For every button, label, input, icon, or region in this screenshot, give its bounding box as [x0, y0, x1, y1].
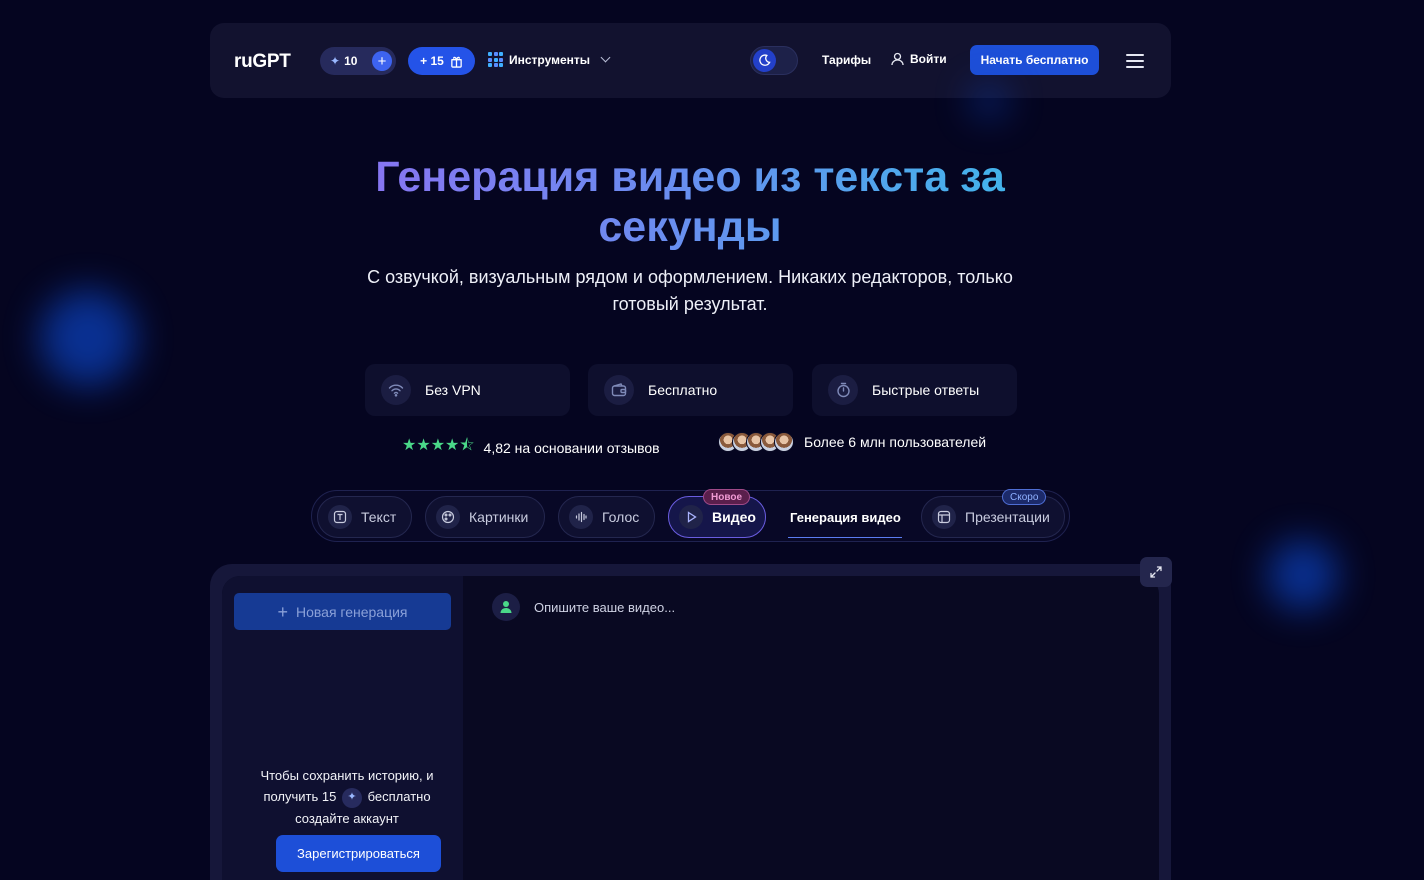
- rating-summary: ★★★★⯪ 4,82 на основании отзывов: [402, 434, 660, 461]
- navbar-glow: [970, 84, 1008, 118]
- generation-workspace: + Новая генерация Чтобы сохранить истори…: [210, 564, 1171, 880]
- logo[interactable]: ruGPT: [234, 51, 291, 73]
- users-text: Более 6 млн пользователей: [804, 434, 987, 450]
- wifi-icon: [381, 375, 411, 405]
- tab-presentations[interactable]: Скоро Презентации: [921, 489, 1065, 538]
- soon-badge: Скоро: [1002, 489, 1047, 505]
- prompt-row[interactable]: Опишите ваше видео...: [492, 593, 675, 621]
- waveform-icon: [569, 505, 593, 529]
- plus-icon: +: [277, 601, 288, 622]
- gift-icon: [451, 56, 462, 68]
- tab-images[interactable]: Картинки: [425, 496, 545, 538]
- presentation-icon: [932, 505, 956, 529]
- user-avatars: [718, 432, 794, 452]
- page-title: Генерация видео из текста за секунды: [340, 152, 1040, 252]
- top-navbar: ruGPT ✦ 10 + + 15 Инструменты Тарифы Вой…: [210, 23, 1171, 98]
- save-history-note: Чтобы сохранить историю, и получить 15 ✦…: [242, 765, 452, 829]
- users-summary: Более 6 млн пользователей: [718, 432, 986, 452]
- palette-icon: [436, 505, 460, 529]
- tab-label: Картинки: [469, 509, 529, 525]
- tab-label: Голос: [602, 509, 640, 525]
- background-glow-right: [1268, 540, 1338, 610]
- sparkle-icon: ✦: [330, 54, 341, 68]
- workspace-panel: + Новая генерация Чтобы сохранить истори…: [222, 576, 1159, 880]
- tab-voice[interactable]: Голос: [558, 496, 655, 538]
- stopwatch-icon: [828, 375, 858, 405]
- expand-button[interactable]: [1140, 557, 1172, 587]
- expand-icon: [1150, 566, 1162, 578]
- new-badge: Новое: [703, 489, 751, 505]
- feature-label: Бесплатно: [648, 382, 718, 398]
- credits-balance[interactable]: ✦ 10 +: [320, 47, 396, 75]
- page-subtitle: С озвучкой, визуальным рядом и оформлени…: [367, 267, 1013, 314]
- chevron-down-icon: [600, 52, 611, 63]
- tariffs-link[interactable]: Тарифы: [822, 53, 871, 67]
- history-sidebar: + Новая генерация Чтобы сохранить истори…: [222, 576, 463, 880]
- tab-text[interactable]: Текст: [317, 496, 412, 538]
- wallet-icon: [604, 375, 634, 405]
- tab-video[interactable]: Новое Видео: [668, 489, 766, 538]
- tab-video-generation[interactable]: Генерация видео: [786, 496, 904, 538]
- bonus-count: + 15: [420, 54, 444, 68]
- tab-label: Презентации: [965, 509, 1050, 525]
- video-prompt-input[interactable]: Опишите ваше видео...: [534, 600, 675, 615]
- tab-label: Текст: [361, 509, 397, 525]
- feature-label: Без VPN: [425, 382, 481, 398]
- mode-tabs: Текст Картинки Голос Новое Видео Генерац…: [311, 489, 1070, 542]
- user-avatar-icon: [492, 593, 520, 621]
- theme-toggle[interactable]: [750, 46, 798, 75]
- tools-label: Инструменты: [509, 52, 591, 67]
- tab-label: Генерация видео: [790, 509, 901, 525]
- feature-free: Бесплатно: [588, 364, 793, 416]
- rating-text: 4,82 на основании отзывов: [483, 439, 660, 456]
- star-rating-icon: ★★★★⯪: [402, 437, 475, 454]
- bonus-button[interactable]: + 15: [408, 47, 475, 75]
- sparkle-icon: ✦: [341, 787, 362, 808]
- text-icon: [328, 505, 352, 529]
- new-generation-button[interactable]: + Новая генерация: [234, 593, 451, 630]
- feature-label: Быстрые ответы: [872, 382, 980, 398]
- play-icon: [679, 505, 703, 529]
- register-button[interactable]: Зарегистрироваться: [276, 835, 441, 872]
- new-generation-label: Новая генерация: [295, 603, 408, 620]
- feature-no-vpn: Без VPN: [365, 364, 570, 416]
- credits-count: 10: [344, 54, 358, 68]
- apps-grid-icon: [488, 52, 503, 67]
- tools-dropdown[interactable]: Инструменты: [488, 52, 611, 67]
- tab-label: Видео: [712, 509, 756, 525]
- background-glow-left: [40, 290, 136, 386]
- add-credits-icon[interactable]: +: [372, 51, 392, 71]
- feature-fast-answers: Быстрые ответы: [812, 364, 1017, 416]
- moon-icon: [753, 49, 776, 72]
- start-free-button[interactable]: Начать бесплатно: [970, 45, 1099, 75]
- login-link[interactable]: Войти: [891, 52, 947, 66]
- avatar: [774, 432, 794, 452]
- menu-icon[interactable]: [1126, 54, 1144, 68]
- user-icon: [891, 52, 904, 66]
- login-label: Войти: [910, 52, 947, 66]
